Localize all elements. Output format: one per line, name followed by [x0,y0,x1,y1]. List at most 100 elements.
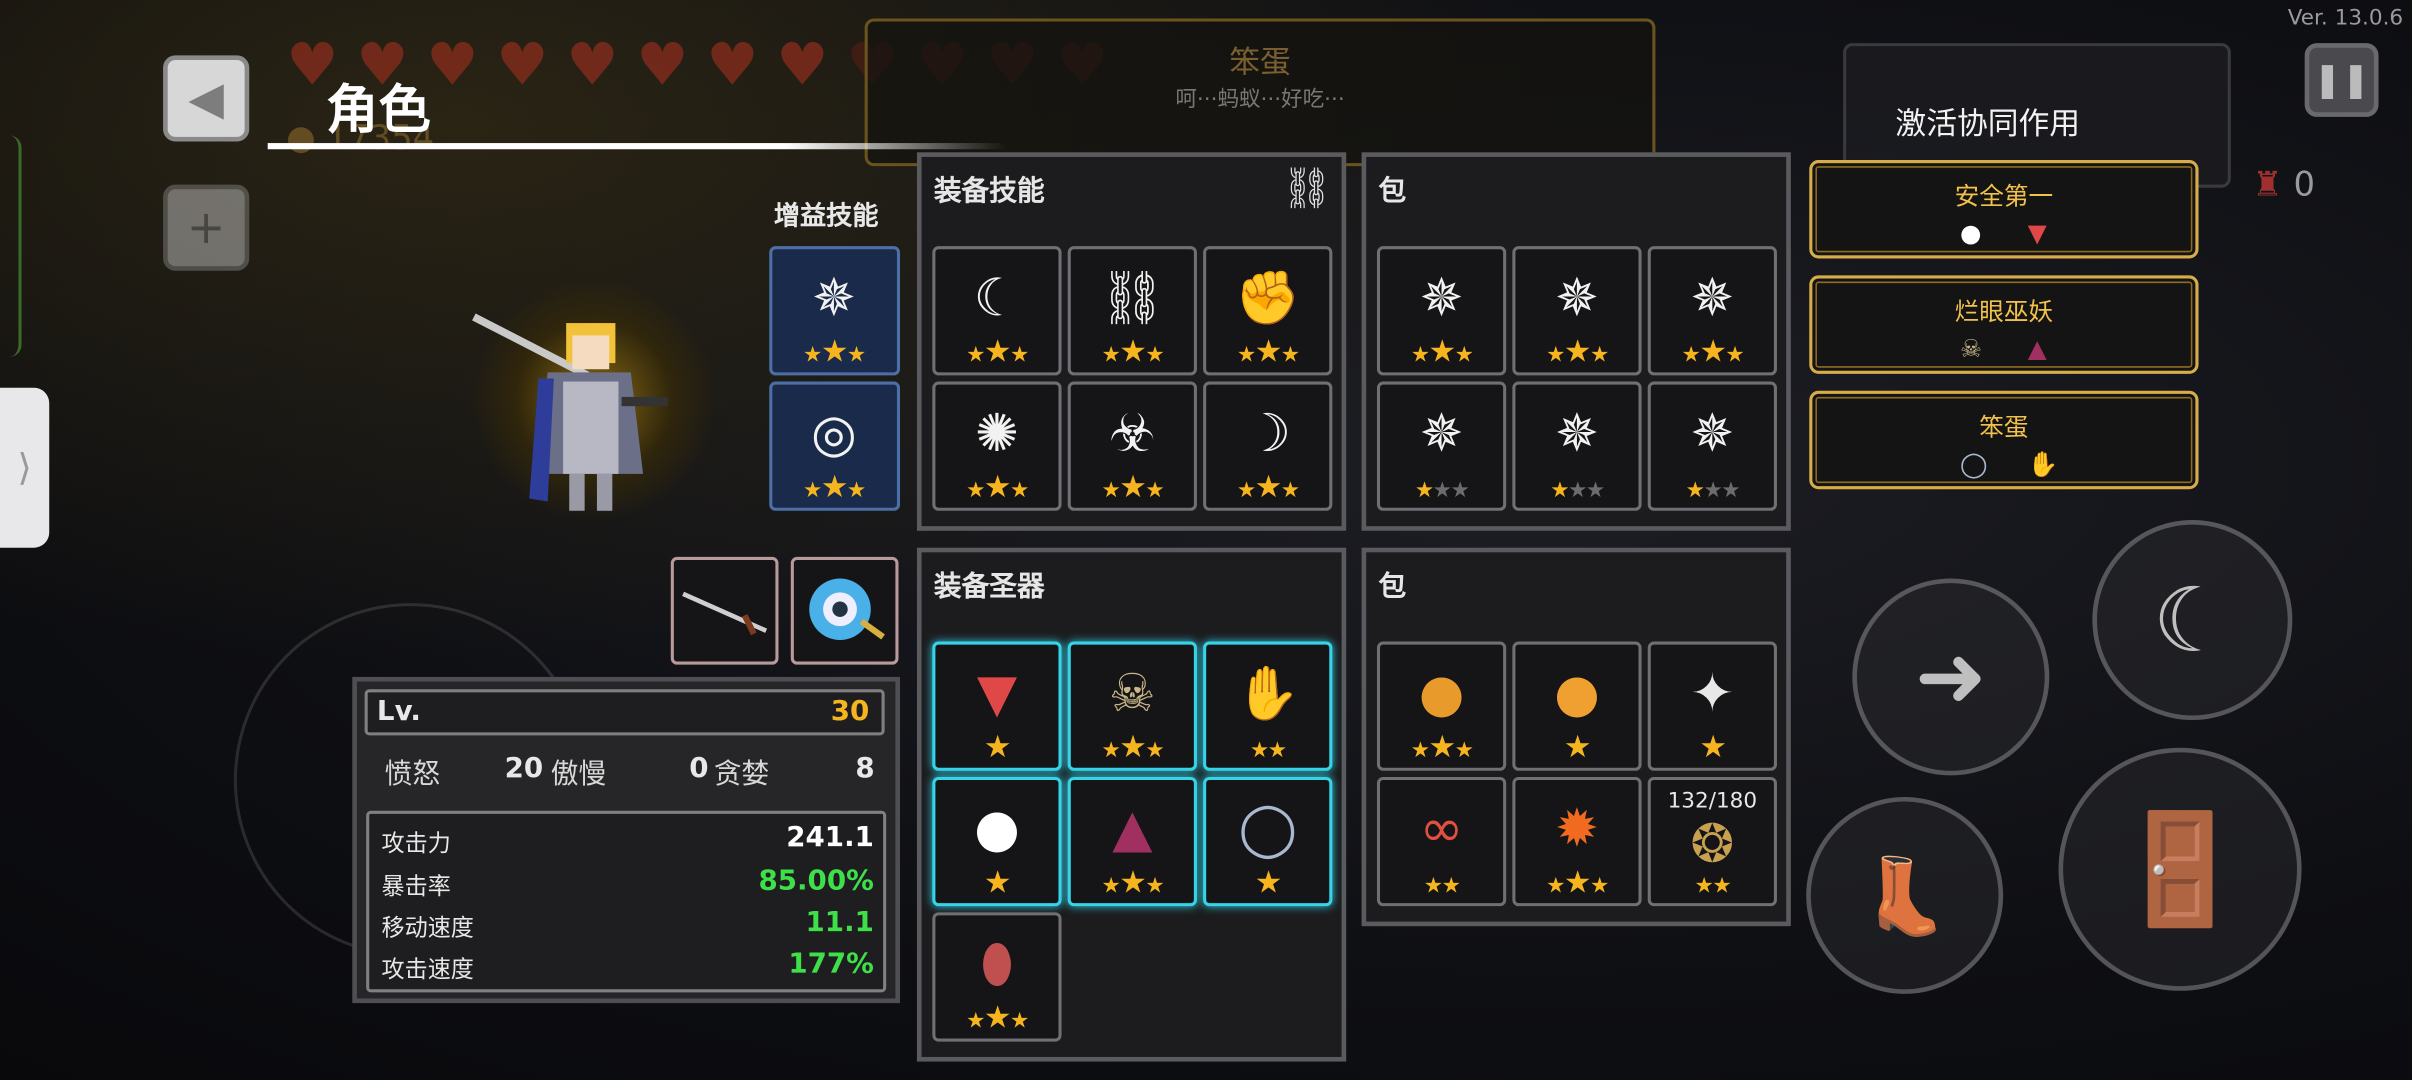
enemy-counter: ♜ 0 [2252,166,2315,204]
interact-door-button[interactable]: 🚪 [2058,747,2302,991]
star-icon: ★ [1410,738,1430,764]
star-rating: ★★★ [1071,731,1194,764]
bag-relic-slot[interactable]: ● ★ [1512,641,1642,771]
bag-skill-slot[interactable]: ✵ ★★★ [1512,381,1642,511]
side-drawer-handle[interactable]: ⟩ [0,387,50,548]
bag-skill-slot[interactable]: ✵ ★★★ [1647,381,1777,511]
bag-skill-slot[interactable]: ✵ ★★★ [1376,381,1507,511]
banner-subtitle: 呵···蚂蚁···好吃··· [1175,87,1345,113]
star-icon: ★ [1712,873,1731,899]
plus-icon: + [186,200,226,255]
star-icon: ★ [846,343,866,368]
synergy-name: 安全第一 [1954,181,2054,211]
cloak-icon: ▲ [2027,333,2047,364]
star-icon: ★ [1101,478,1121,504]
synergy-item[interactable]: 安全第一 ● ▼ [1809,160,2199,259]
bag-relic-slot[interactable]: ✹ ★★★ [1512,776,1642,907]
heart-icon: ♥ [496,30,549,99]
ring-icon: ◯ [1960,449,1988,479]
equip-relic-slot[interactable]: ▼ ★ [932,641,1062,771]
pause-button[interactable]: ❚❚ [2304,43,2379,117]
weapon-slot-2[interactable] [790,556,899,665]
skill-button[interactable]: ☾ [2092,520,2293,721]
star-icon: ★ [1699,727,1727,765]
eggs-nest-icon: ❂ [1690,813,1735,876]
star-icon: ★ [1101,873,1121,899]
heart-icon: ♥ [706,30,759,99]
equip-skill-slot[interactable]: ☽ ★★★ [1203,381,1333,511]
star-icon: ★ [1423,873,1443,899]
bag-relic-slot[interactable]: ✦ ★ [1647,641,1777,771]
bag-relic-slot[interactable]: ● ★★★ [1376,641,1507,771]
star-icon: ★ [820,332,849,370]
star-icon: ★ [1681,343,1701,368]
add-button[interactable]: + [163,184,250,271]
equip-skill-slot[interactable]: ✺ ★★★ [932,381,1062,511]
white-skull-icon: ● [1960,218,1982,248]
vortex-skill-icon: ◎ [811,403,857,465]
stat-row-attack: 攻击力 241.1 [382,822,890,858]
equip-relic-slot[interactable]: ▲ ★★★ [1067,776,1197,907]
equip-skill-slot[interactable]: ✊ ★★★ [1203,246,1333,376]
stat-label: 移动速度 [381,913,474,942]
bag-skill-slot[interactable]: ✵ ★★★ [1376,246,1507,376]
crescent-icon: ☾ [2152,567,2233,673]
knight-character [472,313,668,511]
buff-skill-slot[interactable]: ✵ ★★★ [769,246,901,376]
equip-relic-slot[interactable]: ● ★ [932,776,1062,907]
equip-relics-title: 装备圣器 [933,570,1045,604]
weapon-slot-1[interactable] [670,556,779,665]
fist-icon: ✊ [1235,267,1301,330]
bag-skill-slot[interactable]: ✵ ★★★ [1512,246,1642,376]
star-icon: ★ [1699,332,1727,370]
synergy-item[interactable]: 烂眼巫妖 ☠ ▲ [1809,275,2199,374]
burst-icon: ✺ [975,403,1019,465]
equip-relic-slot[interactable]: ◯ ★ [1203,776,1333,907]
star-icon: ★ [1145,738,1164,764]
dash-button[interactable]: ➜ [1852,578,2050,776]
sin-pride-label: 傲慢 [550,758,607,791]
equip-relic-slot[interactable]: ☠ ★★★ [1067,641,1197,771]
equip-skill-slot[interactable]: ⛓ ★★★ [1067,246,1197,376]
bag-relic-slot[interactable]: ∞ ★★ [1376,776,1507,907]
star-rating: ★★★ [1380,335,1503,369]
star-icon: ★ [846,478,866,504]
bag-skill-slot[interactable]: ✵ ★★★ [1647,246,1777,376]
lich-skill-icon: ✵ [1690,403,1735,465]
star-icon: ★ [820,467,849,505]
equip-relic-slot[interactable]: ✋ ★★ [1203,641,1333,771]
star-icon: ★ [1280,343,1300,368]
banner-name: 笨蛋 [1229,43,1291,81]
star-rating: ★★★ [772,335,895,369]
star-rating: ★★★ [772,471,895,504]
link-chain-icon[interactable]: ⛓ [1282,166,1333,212]
star-icon: ★ [1414,478,1434,504]
synergy-item[interactable]: 笨蛋 ◯ ✋ [1809,390,2199,490]
ring-icon: ◯ [1238,798,1298,861]
title-underline [267,143,1007,150]
star-icon: ★ [983,863,1012,901]
heart-icon: ♥ [776,30,829,99]
star-icon: ★ [1694,873,1714,899]
star-icon: ★ [803,343,822,368]
star-rating: ★★★ [1651,335,1774,369]
stat-row-move-speed: 移动速度 11.1 [381,906,890,943]
star-icon: ★ [966,343,985,368]
jump-button[interactable]: 👢 [1806,796,2004,994]
star-icon: ★ [1249,738,1269,764]
back-button[interactable]: ◀ [163,55,250,142]
star-icon: ★ [1236,478,1256,504]
bag-relic-slot[interactable]: ❂ ★★ 132/180 [1647,776,1777,907]
pause-icon: ❚❚ [2313,60,2370,100]
equip-skill-slot[interactable]: ☣ ★★★ [1067,381,1197,511]
buff-skill-slot[interactable]: ◎ ★★★ [769,381,901,511]
shield-ring-icon [809,578,885,641]
equip-skill-slot[interactable]: ☾ ★★★ [932,246,1062,376]
wand-icon: ✦ [1690,663,1735,725]
star-icon: ★ [1254,863,1283,901]
equip-relic-slot[interactable]: ⬮ ★★★ [932,912,1062,1042]
stat-value: 11.1 [805,906,874,939]
synergy-name: 笨蛋 [1979,412,2029,442]
triangle-left-icon: ◀ [188,71,224,126]
winged-boot-icon: 👢 [1858,853,1951,940]
